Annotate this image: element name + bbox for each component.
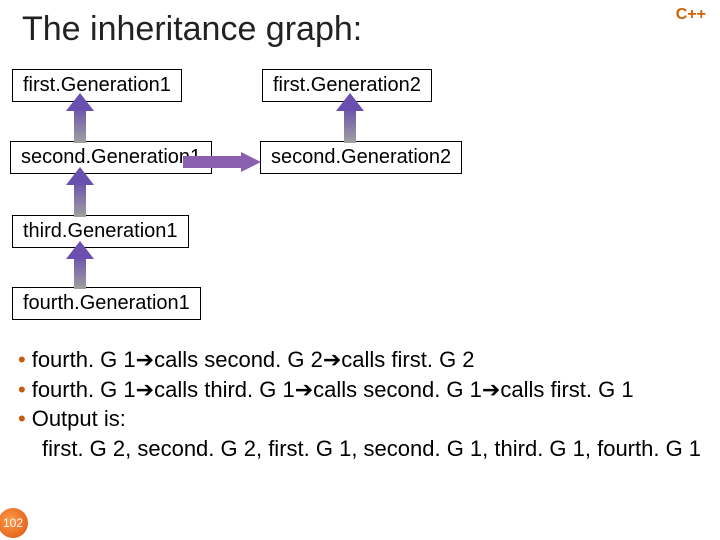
- arrow-icon: ➔: [136, 377, 154, 402]
- arrow-tg1-to-sg1: [60, 167, 100, 219]
- node-fourth-generation-1: fourth.Generation1: [12, 287, 201, 320]
- node-first-generation-1: first.Generation1: [12, 69, 182, 102]
- bullet-list: • fourth. G 1➔calls second. G 2➔calls fi…: [0, 345, 720, 464]
- node-first-generation-2: first.Generation2: [262, 69, 432, 102]
- node-third-generation-1: third.Generation1: [12, 215, 189, 248]
- bullet-2: • fourth. G 1➔calls third. G 1➔calls sec…: [18, 375, 706, 405]
- arrow-icon: ➔: [295, 377, 313, 402]
- language-badge: C++: [676, 6, 706, 24]
- bullet-4-output: first. G 2, second. G 2, first. G 1, sec…: [18, 434, 706, 464]
- inheritance-graph: first.Generation1 first.Generation2 seco…: [0, 55, 720, 345]
- arrow-icon: ➔: [323, 347, 341, 372]
- bullet-3-text: Output is:: [32, 404, 126, 434]
- node-second-generation-2: second.Generation2: [260, 141, 462, 174]
- node-second-generation-1: second.Generation1: [10, 141, 212, 174]
- arrow-fo1-to-tg1: [60, 241, 100, 291]
- bullet-dot-icon: •: [18, 375, 26, 405]
- page-title: The inheritance graph:: [0, 0, 720, 49]
- bullet-1-text: fourth. G 1➔calls second. G 2➔calls firs…: [32, 345, 475, 375]
- bullet-1: • fourth. G 1➔calls second. G 2➔calls fi…: [18, 345, 706, 375]
- bullet-dot-icon: •: [18, 404, 26, 434]
- bullet-3: • Output is:: [18, 404, 706, 434]
- arrow-icon: ➔: [482, 377, 500, 402]
- page-number: 102: [0, 508, 28, 538]
- arrow-icon: ➔: [136, 347, 154, 372]
- bullet-2-text: fourth. G 1➔calls third. G 1➔calls secon…: [32, 375, 634, 405]
- bullet-dot-icon: •: [18, 345, 26, 375]
